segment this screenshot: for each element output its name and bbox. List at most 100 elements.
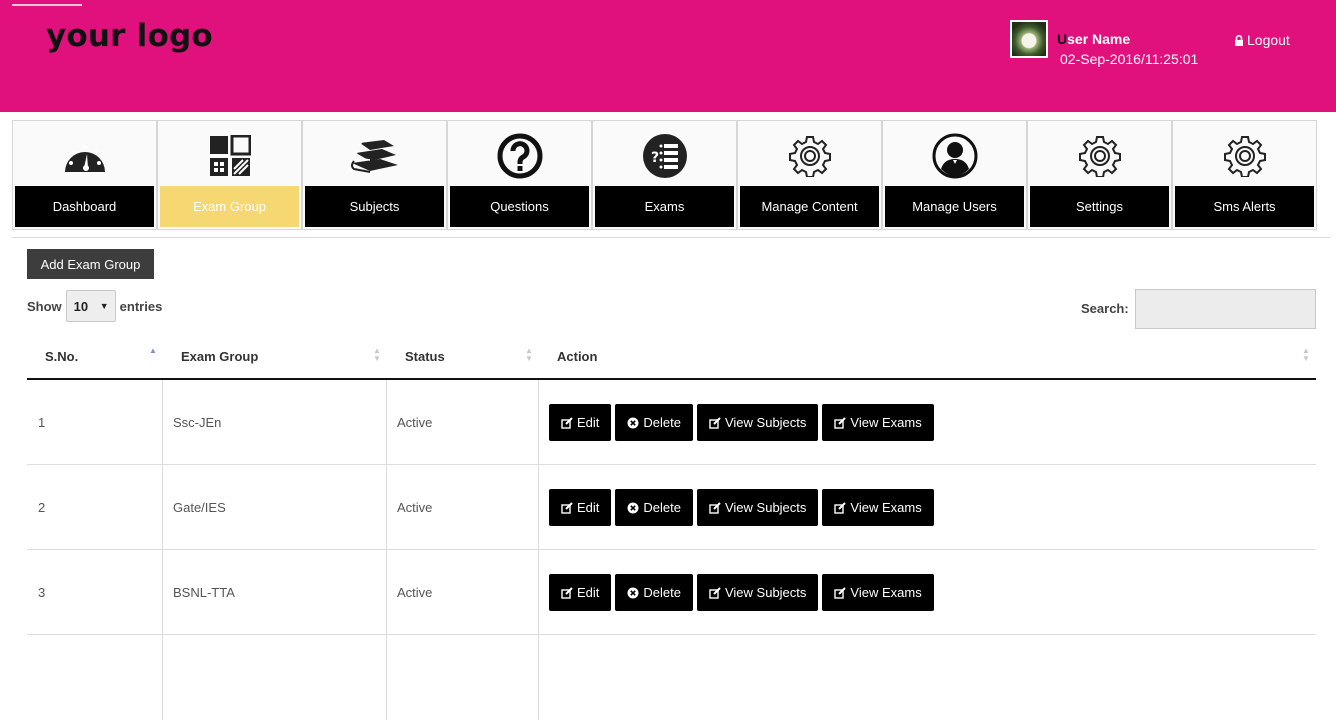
row-actions: Edit Delete View Subjects View Exams (549, 404, 934, 441)
nav-tile-settings[interactable]: Settings (1027, 120, 1172, 230)
cell-exam-group: Ssc-JEn (173, 415, 222, 430)
gear-icon (738, 131, 881, 181)
entries-length-control: Show 10 ▼ entries (27, 290, 162, 322)
delete-label: Delete (643, 585, 681, 600)
nav-tile-manage-content[interactable]: Manage Content (737, 120, 882, 230)
books-icon (303, 131, 446, 181)
view-exams-label: View Exams (850, 415, 922, 430)
view-subjects-button[interactable]: View Subjects (696, 404, 819, 441)
svg-text:?: ? (651, 150, 659, 166)
logo[interactable]: your logo (46, 18, 213, 54)
column-header-action[interactable]: Action (557, 334, 597, 378)
view-exams-button[interactable]: View Exams (822, 489, 934, 526)
logout-link[interactable]: Logout (1234, 32, 1290, 48)
edit-label: Edit (577, 500, 600, 515)
view-subjects-label: View Subjects (724, 500, 807, 515)
column-divider (538, 380, 539, 464)
cell-status: Active (397, 415, 433, 430)
nav-tile-dashboard[interactable]: Dashboard (12, 120, 157, 230)
search-input[interactable] (1135, 289, 1316, 329)
delete-label: Delete (643, 500, 681, 515)
nav-label-exam-group: Exam Group (160, 186, 299, 227)
user-name: User Name (1057, 31, 1131, 47)
column-divider (162, 635, 163, 720)
column-divider (538, 550, 539, 634)
delete-button[interactable]: Delete (615, 404, 693, 441)
entries-value: 10 (73, 298, 89, 314)
exam-group-table: S.No. ▲ Exam Group ▲ ▼ Status ▲ ▼ Action ▲… (27, 334, 1316, 720)
delete-button[interactable]: Delete (615, 489, 693, 526)
nav-label-questions: Questions (450, 186, 589, 227)
delete-button[interactable]: Delete (615, 574, 693, 611)
view-subjects-button[interactable]: View Subjects (696, 574, 819, 611)
sort-both-icon[interactable]: ▲ ▼ (525, 347, 533, 363)
nav-tile-sms-alerts[interactable]: Sms Alerts (1172, 120, 1317, 230)
column-divider (386, 465, 387, 549)
gear-icon (1173, 131, 1316, 181)
column-header-status[interactable]: Status (405, 334, 445, 378)
edit-label: Edit (577, 415, 600, 430)
nav-tile-exams[interactable]: ? Exams (592, 120, 737, 230)
column-divider (538, 465, 539, 549)
entries-select[interactable]: 10 ▼ (65, 290, 116, 322)
sort-both-icon[interactable]: ▲ ▼ (1302, 347, 1310, 363)
lock-icon (1234, 34, 1244, 46)
edit-icon (561, 501, 573, 514)
edit-icon (834, 501, 847, 514)
add-exam-group-button[interactable]: Add Exam Group (27, 249, 154, 279)
cell-status: Active (397, 500, 433, 515)
nav-label-exams: Exams (595, 186, 734, 227)
view-exams-button[interactable]: View Exams (822, 404, 934, 441)
sort-asc-icon[interactable]: ▲ (149, 347, 157, 355)
dropdown-arrow-icon: ▼ (99, 301, 109, 311)
view-exams-label: View Exams (850, 500, 922, 515)
column-divider (162, 550, 163, 634)
exam-list-icon: ? (593, 131, 736, 181)
dashboard-gauge-icon (13, 131, 156, 181)
column-header-exam-group[interactable]: Exam Group (181, 334, 258, 378)
nav-tile-manage-users[interactable]: Manage Users (882, 120, 1027, 230)
edit-icon (561, 586, 573, 599)
top-header: your logo User Name 02-Sep-2016/11:25:01… (0, 0, 1336, 112)
column-divider (386, 550, 387, 634)
column-divider (162, 380, 163, 464)
nav-tile-exam-group[interactable]: Exam Group (157, 120, 302, 230)
sort-both-icon[interactable]: ▲ ▼ (373, 347, 381, 363)
avatar[interactable] (1010, 20, 1048, 58)
edit-icon (561, 416, 573, 429)
section-divider (12, 237, 1330, 238)
edit-icon (709, 416, 721, 429)
view-subjects-button[interactable]: View Subjects (696, 489, 819, 526)
nav-label-manage-content: Manage Content (740, 186, 879, 227)
view-exams-label: View Exams (850, 585, 922, 600)
show-label: Show (27, 298, 62, 314)
edit-icon (709, 586, 721, 599)
question-icon (448, 131, 591, 181)
column-divider (386, 635, 387, 720)
cell-exam-group: BSNL-TTA (173, 585, 235, 600)
column-divider (162, 465, 163, 549)
edit-button[interactable]: Edit (549, 404, 612, 441)
edit-button[interactable]: Edit (549, 489, 612, 526)
nav-tile-subjects[interactable]: Subjects (302, 120, 447, 230)
column-divider (538, 635, 539, 720)
nav-tile-questions[interactable]: Questions (447, 120, 592, 230)
remove-circle-icon (627, 587, 639, 599)
remove-circle-icon (627, 417, 639, 429)
cell-sno: 2 (38, 500, 46, 515)
column-header-sno[interactable]: S.No. (45, 334, 78, 378)
view-exams-button[interactable]: View Exams (822, 574, 934, 611)
nav-label-sms-alerts: Sms Alerts (1175, 186, 1314, 227)
table-row: 3 BSNL-TTA Active Edit Delete View Subje… (27, 550, 1316, 635)
user-icon (883, 131, 1026, 181)
entries-label: entries (119, 298, 163, 314)
nav-label-subjects: Subjects (305, 186, 444, 227)
edit-icon (834, 586, 847, 599)
cell-exam-group: Gate/IES (173, 500, 226, 515)
edit-icon (834, 416, 847, 429)
nav-label-settings: Settings (1030, 186, 1169, 227)
grid-icon (158, 131, 301, 181)
logout-label: Logout (1247, 32, 1290, 48)
edit-button[interactable]: Edit (549, 574, 612, 611)
header-accent-line (12, 4, 82, 6)
